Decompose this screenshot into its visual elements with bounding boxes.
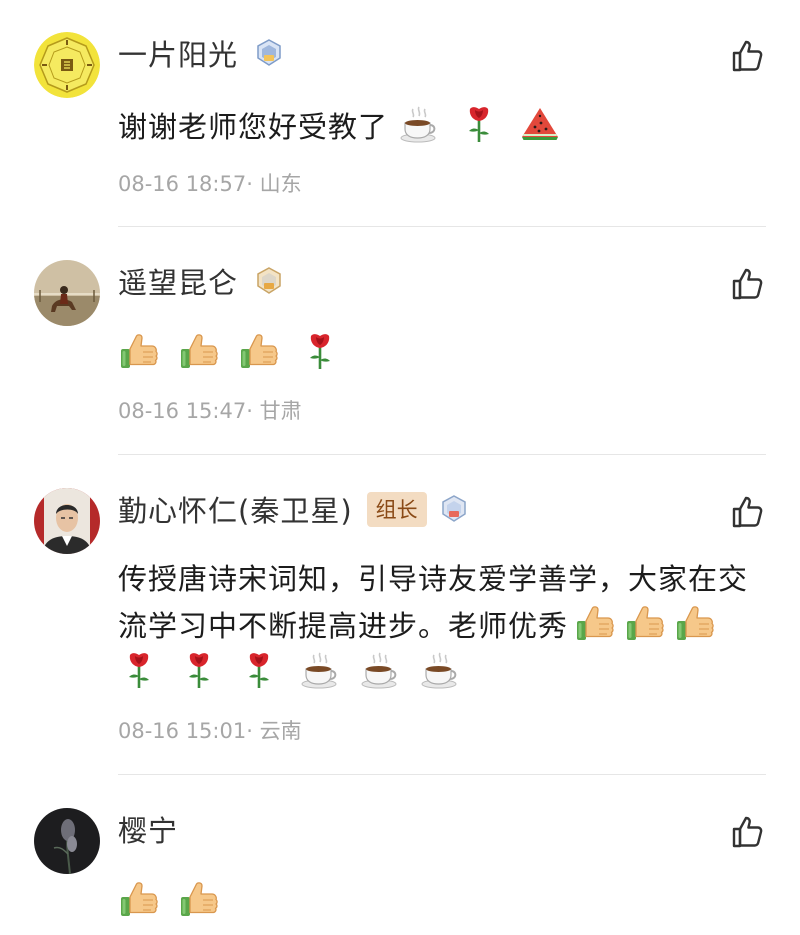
level-badge-icon <box>254 38 284 68</box>
comment-text-content: 谢谢老师您好受教了 <box>118 110 389 144</box>
location: 甘肃 <box>259 399 302 423</box>
thumbs-up-outline-icon[interactable] <box>730 814 766 850</box>
thumbs-up-icon <box>238 330 280 372</box>
divider <box>118 226 766 227</box>
comment-header: 樱宁 <box>118 809 178 849</box>
timestamp: 08-16 15:47· <box>118 399 253 423</box>
username[interactable]: 一片阳光 <box>118 32 238 74</box>
username[interactable]: 遥望昆仑 <box>118 260 238 302</box>
rose-icon <box>118 649 160 691</box>
coffee-icon <box>419 649 461 691</box>
rose-icon <box>178 649 220 691</box>
comment-text-line: 传授唐诗宋词知，引导诗友爱学善学，大家在交 <box>118 562 749 596</box>
comment-meta: 08-16 15:47· 甘肃 <box>118 395 302 425</box>
comment-emoji-line <box>118 649 778 696</box>
avatar[interactable] <box>34 260 100 326</box>
comment-text <box>118 878 778 925</box>
thumbs-up-icon <box>118 330 160 372</box>
divider <box>118 774 766 775</box>
bagua-avatar-icon <box>34 32 100 98</box>
comment-text-line: 流学习中不断提高进步。老师优秀 <box>118 602 778 649</box>
thumbs-up-outline-icon[interactable] <box>730 494 766 530</box>
coffee-icon <box>299 649 341 691</box>
timestamp: 08-16 15:01· <box>118 719 253 743</box>
rose-icon <box>458 103 500 145</box>
comment-text-content: 流学习中不断提高进步。老师优秀 <box>118 609 569 643</box>
thumbs-up-icon <box>674 602 716 644</box>
comment-text: 谢谢老师您好受教了 <box>118 103 778 150</box>
username[interactable]: 樱宁 <box>118 808 178 850</box>
username[interactable]: 勤心怀仁(秦卫星) <box>118 488 353 530</box>
divider <box>118 454 766 455</box>
comment-header: 一片阳光 <box>118 33 284 73</box>
watermelon-icon <box>519 103 561 145</box>
rose-icon <box>238 649 280 691</box>
rose-icon <box>299 330 341 372</box>
avatar[interactable] <box>34 32 100 98</box>
flower-photo-avatar-icon <box>34 808 100 874</box>
level-badge-icon <box>439 494 469 524</box>
comment-header: 勤心怀仁(秦卫星) 组长 <box>118 489 469 529</box>
thumbs-up-icon <box>574 602 616 644</box>
role-badge: 组长 <box>366 491 427 527</box>
level-badge-icon <box>254 266 284 296</box>
comment-meta: 08-16 15:01· 云南 <box>118 715 302 745</box>
timestamp: 08-16 18:57· <box>118 172 253 196</box>
avatar[interactable] <box>34 488 100 554</box>
thumbs-up-outline-icon[interactable] <box>730 266 766 302</box>
comment-text: 传授唐诗宋词知，引导诗友爱学善学，大家在交 流学习中不断提高进步。老师优秀 <box>118 557 778 696</box>
coffee-icon <box>359 649 401 691</box>
comment-meta: 08-16 18:57· 山东 <box>118 168 302 198</box>
thumbs-up-icon <box>178 330 220 372</box>
location: 云南 <box>259 719 302 743</box>
thumbs-up-icon <box>118 878 160 920</box>
coffee-icon <box>398 103 440 145</box>
thumbs-up-icon <box>178 878 220 920</box>
avatar[interactable] <box>34 808 100 874</box>
location: 山东 <box>259 172 302 196</box>
thumbs-up-icon <box>624 602 666 644</box>
portrait-avatar-icon <box>34 488 100 554</box>
rider-photo-avatar-icon <box>34 260 100 326</box>
comment-text <box>118 330 778 377</box>
thumbs-up-outline-icon[interactable] <box>730 38 766 74</box>
comment-header: 遥望昆仑 <box>118 261 284 301</box>
